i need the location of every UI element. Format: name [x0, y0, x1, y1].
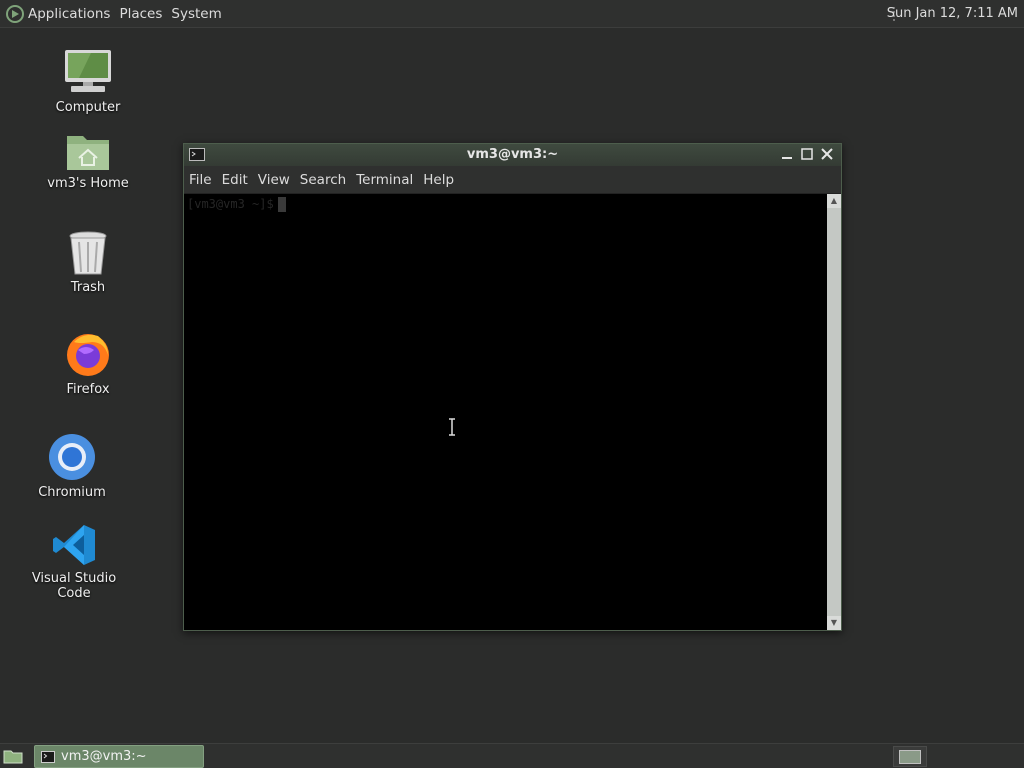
clock[interactable]: Sun Jan 12, 7:11 AM — [887, 6, 1018, 21]
maximize-button[interactable] — [799, 146, 815, 162]
desktop-icon-label: vm3's Home — [47, 176, 129, 191]
close-icon — [821, 148, 833, 160]
desktop-icon-firefox[interactable]: Firefox — [28, 330, 148, 397]
desktop-icon-computer[interactable]: Computer — [28, 48, 148, 115]
terminal-icon — [41, 750, 55, 763]
top-panel: Applications Places System Sun Jan 12, 7… — [0, 0, 1024, 28]
trash-icon — [69, 231, 107, 275]
computer-icon — [65, 50, 111, 92]
window-title: vm3@vm3:~ — [466, 147, 559, 162]
scroll-up-arrow-icon[interactable]: ▲ — [827, 194, 841, 208]
menu-view[interactable]: View — [258, 172, 290, 188]
desktop-icon-vscode[interactable]: Visual Studio Code — [14, 523, 134, 601]
desktop-icon-label: Computer — [55, 100, 121, 115]
scroll-down-arrow-icon[interactable]: ▼ — [827, 616, 841, 630]
desktop-icon-label: Visual Studio Code — [31, 571, 117, 601]
terminal-body[interactable]: [vm3@vm3 ~]$ — [184, 194, 827, 630]
menu-system[interactable]: System — [171, 6, 221, 22]
terminal-prompt: [vm3@vm3 ~]$ — [187, 197, 286, 212]
window-titlebar[interactable]: vm3@vm3:~ — [184, 144, 841, 166]
ibeam-cursor-icon — [449, 418, 455, 436]
vscode-icon — [53, 525, 95, 565]
bottom-panel: vm3@vm3:~ — [0, 743, 1024, 768]
taskbar-item-terminal[interactable]: vm3@vm3:~ — [34, 745, 204, 768]
maximize-icon — [801, 148, 813, 160]
menu-applications[interactable]: Applications — [28, 6, 110, 22]
terminal-scrollbar[interactable]: ▲ ▼ — [827, 194, 841, 630]
workspace-1[interactable] — [899, 750, 921, 764]
chromium-icon — [49, 434, 95, 480]
menu-search[interactable]: Search — [300, 172, 346, 188]
menu-terminal[interactable]: Terminal — [356, 172, 413, 188]
window-controls — [779, 146, 835, 162]
minimize-icon — [782, 157, 792, 159]
minimize-button[interactable] — [779, 146, 795, 162]
desktop-icon-trash[interactable]: Trash — [28, 230, 148, 295]
home-folder-icon — [67, 136, 109, 170]
menu-places[interactable]: Places — [119, 6, 162, 22]
desktop-icon-label: Firefox — [66, 382, 110, 397]
menu-help[interactable]: Help — [423, 172, 454, 188]
menu-edit[interactable]: Edit — [222, 172, 248, 188]
top-menu: Applications Places System — [28, 6, 231, 22]
desktop-icon-label: Trash — [70, 280, 106, 295]
mate-logo-icon[interactable] — [6, 4, 24, 23]
taskbar-item-label: vm3@vm3:~ — [61, 749, 147, 764]
firefox-icon — [67, 334, 109, 376]
desktop-icon-chromium[interactable]: Chromium — [12, 433, 132, 500]
text-cursor — [277, 197, 286, 212]
prompt-text: [vm3@vm3 ~]$ — [187, 197, 274, 211]
desktop-icon-home[interactable]: vm3's Home — [28, 130, 148, 191]
terminal-menubar: File Edit View Search Terminal Help — [184, 166, 841, 194]
terminal-window[interactable]: vm3@vm3:~ File Edit View Search Terminal… — [183, 143, 842, 631]
close-button[interactable] — [819, 146, 835, 162]
workspace-switcher[interactable] — [893, 746, 927, 767]
menu-file[interactable]: File — [189, 172, 212, 188]
show-desktop-icon[interactable] — [3, 748, 23, 764]
desktop-icon-label: Chromium — [38, 485, 106, 500]
